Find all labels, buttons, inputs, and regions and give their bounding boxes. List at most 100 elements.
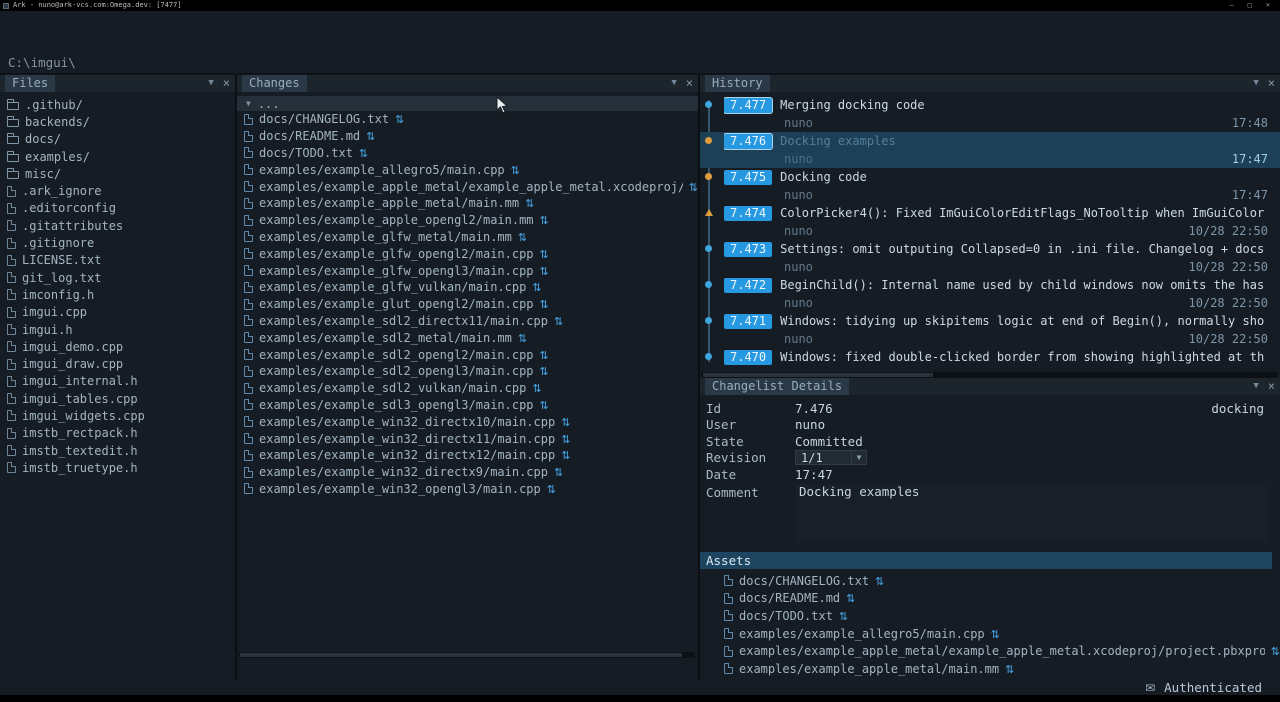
file-tree-item[interactable]: imstb_rectpack.h xyxy=(0,425,235,442)
files-panel-title[interactable]: Files xyxy=(5,75,55,92)
field-label: User xyxy=(700,417,795,432)
changed-file-row[interactable]: docs/CHANGELOG.txt xyxy=(237,111,698,128)
file-tree-item[interactable]: imgui_draw.cpp xyxy=(0,355,235,372)
file-tree-item[interactable]: .gitignore xyxy=(0,234,235,251)
changed-file-row[interactable]: examples/example_sdl3_opengl3/main.cpp xyxy=(237,397,698,414)
panel-divider[interactable] xyxy=(698,75,700,680)
file-tree-item[interactable]: docs/ xyxy=(0,131,235,148)
changed-file-row[interactable]: examples/example_win32_directx12/main.cp… xyxy=(237,447,698,464)
file-icon xyxy=(724,575,733,586)
changes-panel-title[interactable]: Changes xyxy=(242,75,307,92)
changed-file-row[interactable]: examples/example_glfw_vulkan/main.cpp xyxy=(237,279,698,296)
file-tree-item[interactable]: imgui_demo.cpp xyxy=(0,338,235,355)
changelist-details-title[interactable]: Changelist Details xyxy=(705,378,849,395)
filter-icon[interactable]: ▼ xyxy=(671,75,676,92)
file-tree-item[interactable]: imgui_internal.h xyxy=(0,373,235,390)
asset-file-row[interactable]: docs/TODO.txt xyxy=(700,607,1280,625)
changed-file-row[interactable]: examples/example_win32_opengl3/main.cpp xyxy=(237,481,698,498)
revision-select[interactable]: 1/1 ▼ xyxy=(795,450,867,465)
menu-item[interactable] xyxy=(8,14,12,32)
file-tree-item[interactable]: backends/ xyxy=(0,113,235,130)
minimize-icon[interactable]: – xyxy=(1229,0,1233,11)
changed-file-row[interactable]: examples/example_sdl2_vulkan/main.cpp xyxy=(237,380,698,397)
changed-file-row[interactable]: examples/example_glut_opengl2/main.cpp xyxy=(237,296,698,313)
file-tree-item[interactable]: .gitattributes xyxy=(0,217,235,234)
file-tree-item[interactable]: imgui_tables.cpp xyxy=(0,390,235,407)
checkout-status-icon xyxy=(532,280,541,294)
changed-file-row[interactable]: examples/example_apple_metal/example_app… xyxy=(237,178,698,195)
changed-file-row[interactable]: examples/example_win32_directx10/main.cp… xyxy=(237,413,698,430)
file-path: examples/example_sdl2_directx11/main.cpp xyxy=(259,314,548,328)
file-path: docs/README.md xyxy=(739,591,840,605)
filter-icon[interactable]: ▼ xyxy=(1253,378,1258,395)
file-tree-item[interactable]: misc/ xyxy=(0,165,235,182)
file-tree-item[interactable]: .editorconfig xyxy=(0,200,235,217)
asset-file-row[interactable]: examples/example_apple_metal/example_app… xyxy=(700,642,1280,660)
history-commit-row[interactable]: 7.476 Docking examples nuno 17:47 xyxy=(700,132,1280,168)
asset-file-row[interactable]: docs/CHANGELOG.txt xyxy=(700,572,1280,590)
changed-file-row[interactable]: examples/example_glfw_opengl2/main.cpp xyxy=(237,245,698,262)
asset-file-row[interactable]: examples/example_apple_metal/main.mm xyxy=(700,660,1280,678)
file-tree-item[interactable]: examples/ xyxy=(0,148,235,165)
filter-icon[interactable]: ▼ xyxy=(208,75,213,92)
changes-root-row[interactable]: ▼ ... xyxy=(237,96,698,111)
close-icon[interactable]: × xyxy=(223,75,230,92)
changed-file-row[interactable]: examples/example_sdl2_directx11/main.cpp xyxy=(237,313,698,330)
history-commit-row[interactable]: 7.475 Docking code nuno 17:47 xyxy=(700,168,1280,204)
asset-file-row[interactable]: docs/README.md xyxy=(700,590,1280,608)
file-tree-item[interactable]: imconfig.h xyxy=(0,286,235,303)
changed-file-row[interactable]: examples/example_sdl2_metal/main.mm xyxy=(237,329,698,346)
history-commit-row[interactable]: 7.470 Windows: fixed double-clicked bord… xyxy=(700,348,1280,370)
expand-arrow-icon[interactable]: ▼ xyxy=(246,99,251,108)
file-icon xyxy=(244,181,253,192)
history-commit-row[interactable]: 7.477 Merging docking code nuno 17:48 xyxy=(700,96,1280,132)
changed-file-row[interactable]: examples/example_sdl2_opengl3/main.cpp xyxy=(237,363,698,380)
close-icon[interactable]: × xyxy=(686,75,693,92)
file-tree-item[interactable]: imgui_widgets.cpp xyxy=(0,407,235,424)
history-commit-row[interactable]: 7.471 Windows: tidying up skipitems logi… xyxy=(700,312,1280,348)
file-tree-item[interactable]: imgui.cpp xyxy=(0,304,235,321)
filter-icon[interactable]: ▼ xyxy=(1253,75,1258,92)
changed-file-row[interactable]: examples/example_allegro5/main.cpp xyxy=(237,161,698,178)
changed-file-row[interactable]: examples/example_win32_directx9/main.cpp xyxy=(237,464,698,481)
file-tree-icon xyxy=(7,324,16,335)
panel-divider[interactable] xyxy=(235,75,237,680)
dropdown-arrow-icon[interactable]: ▼ xyxy=(851,451,866,464)
changed-file-row[interactable]: examples/example_sdl2_opengl2/main.cpp xyxy=(237,346,698,363)
file-tree-label: misc/ xyxy=(25,167,61,181)
checkout-status-icon xyxy=(846,591,855,605)
menu-item[interactable] xyxy=(64,14,68,32)
file-icon xyxy=(244,114,253,125)
history-commit-row[interactable]: 7.472 BeginChild(): Internal name used b… xyxy=(700,276,1280,312)
close-icon[interactable]: × xyxy=(1268,75,1275,92)
changed-file-row[interactable]: docs/README.md xyxy=(237,128,698,145)
maximize-icon[interactable]: □ xyxy=(1248,0,1252,11)
file-tree-item[interactable]: .github/ xyxy=(0,96,235,113)
history-commit-row[interactable]: 7.473 Settings: omit outputing Collapsed… xyxy=(700,240,1280,276)
file-tree-item[interactable]: LICENSE.txt xyxy=(0,252,235,269)
close-window-icon[interactable]: × xyxy=(1266,0,1270,11)
menu-item[interactable] xyxy=(22,14,26,32)
changed-file-row[interactable]: docs/TODO.txt xyxy=(237,145,698,162)
changed-file-row[interactable]: examples/example_apple_opengl2/main.mm xyxy=(237,212,698,229)
changes-horizontal-scrollbar[interactable] xyxy=(239,652,695,658)
changed-file-row[interactable]: examples/example_apple_metal/main.mm xyxy=(237,195,698,212)
changed-file-row[interactable]: examples/example_glfw_metal/main.mm xyxy=(237,229,698,246)
file-tree-item[interactable]: .ark_ignore xyxy=(0,182,235,199)
history-panel-header: History ▼ × xyxy=(700,75,1280,92)
file-tree-item[interactable]: imstb_textedit.h xyxy=(0,442,235,459)
changed-file-row[interactable]: examples/example_glfw_opengl3/main.cpp xyxy=(237,262,698,279)
file-tree-icon xyxy=(7,359,16,370)
history-panel-title[interactable]: History xyxy=(705,75,770,92)
asset-file-row[interactable]: examples/example_allegro5/main.cpp xyxy=(700,625,1280,643)
assets-section-header[interactable]: Assets xyxy=(700,552,1272,569)
menu-item[interactable] xyxy=(50,14,54,32)
file-tree-item[interactable]: imgui.h xyxy=(0,321,235,338)
close-icon[interactable]: × xyxy=(1268,378,1275,395)
menu-item[interactable] xyxy=(36,14,40,32)
file-tree-item[interactable]: imstb_truetype.h xyxy=(0,459,235,476)
changed-file-row[interactable]: examples/example_win32_directx11/main.cp… xyxy=(237,430,698,447)
history-commit-row[interactable]: 7.474 ColorPicker4(): Fixed ImGuiColorEd… xyxy=(700,204,1280,240)
file-tree-item[interactable]: git_log.txt xyxy=(0,269,235,286)
file-tree-label: imstb_textedit.h xyxy=(22,444,138,458)
